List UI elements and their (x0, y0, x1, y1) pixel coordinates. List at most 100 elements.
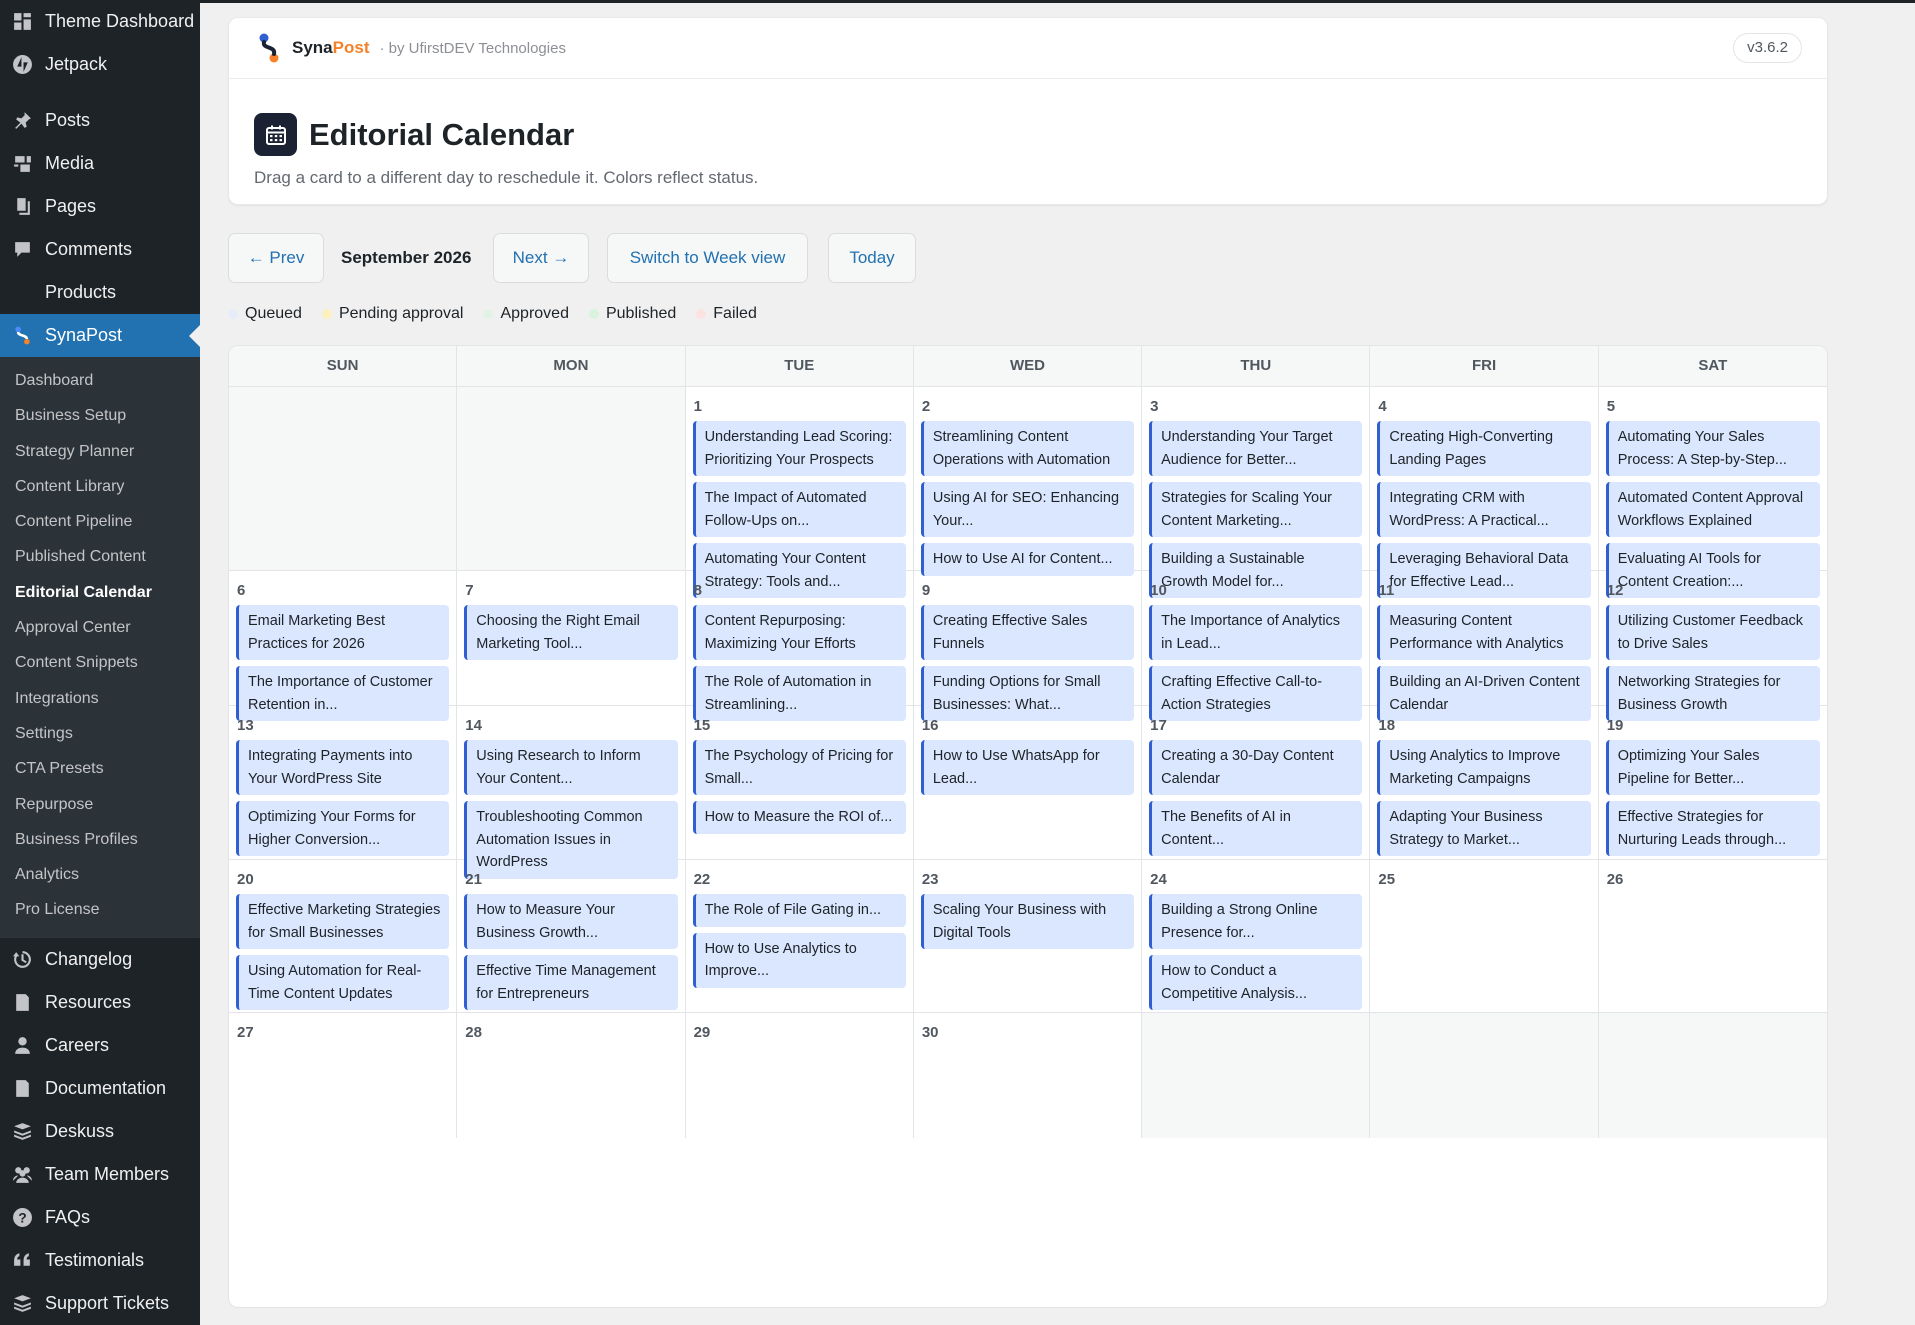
submenu-item-strategy-planner[interactable]: Strategy Planner (0, 434, 200, 469)
submenu-item-approval-center[interactable]: Approval Center (0, 610, 200, 645)
sidebar-item-resources[interactable]: Resources (0, 981, 200, 1024)
submenu-item-cta-presets[interactable]: CTA Presets (0, 751, 200, 786)
day-cell-22[interactable]: 22 The Role of File Gating in... How to Us… (686, 860, 914, 1012)
day-cell-20[interactable]: 20 Effective Marketing Strategies for Sma… (229, 860, 458, 1012)
switch-week-view-button[interactable]: Switch to Week view (607, 233, 808, 283)
post-card[interactable]: Content Repurposing: Maximizing Your Eff… (692, 605, 906, 660)
post-card[interactable]: Building a Strong Online Presence for... (1149, 894, 1363, 949)
post-card[interactable]: Automating Your Sales Process: A Step-by… (1605, 421, 1820, 476)
day-cell-28[interactable]: 28 (457, 1013, 686, 1138)
submenu-item-business-setup[interactable]: Business Setup (0, 398, 200, 433)
submenu-item-content-library[interactable]: Content Library (0, 469, 200, 504)
post-card[interactable]: Integrating Payments into Your WordPress… (236, 740, 450, 795)
post-card[interactable]: How to Measure the ROI of... (692, 801, 906, 834)
sidebar-item-comments[interactable]: Comments (0, 228, 200, 271)
day-cell-11[interactable]: 11 Measuring Content Performance with Ana… (1370, 571, 1599, 721)
day-cell-1[interactable]: 1 Understanding Lead Scoring: Prioritizin… (686, 387, 914, 598)
sidebar-item-team-members[interactable]: Team Members (0, 1153, 200, 1196)
post-card[interactable]: How to Measure Your Business Growth... (464, 894, 678, 949)
post-card[interactable]: Creating Effective Sales Funnels (920, 605, 1135, 660)
sidebar-item-deskuss[interactable]: Deskuss (0, 1110, 200, 1153)
day-cell-15[interactable]: 15 The Psychology of Pricing for Small...… (686, 706, 914, 859)
submenu-item-content-snippets[interactable]: Content Snippets (0, 645, 200, 680)
submenu-item-content-pipeline[interactable]: Content Pipeline (0, 504, 200, 539)
submenu-item-business-profiles[interactable]: Business Profiles (0, 822, 200, 857)
day-cell-2[interactable]: 2 Streamlining Content Operations with Au… (914, 387, 1143, 576)
day-cell-17[interactable]: 17 Creating a 30-Day Content Calendar The … (1142, 706, 1371, 859)
day-cell-29[interactable]: 29 (686, 1013, 914, 1138)
sidebar-item-media[interactable]: Media (0, 142, 200, 185)
day-cell-23[interactable]: 23 Scaling Your Business with Digital Too… (914, 860, 1143, 1012)
post-card[interactable]: The Role of File Gating in... (692, 894, 906, 927)
post-card[interactable]: The Impact of Automated Follow-Ups on... (692, 482, 906, 537)
today-button[interactable]: Today (828, 233, 916, 283)
day-cell-25[interactable]: 25 (1370, 860, 1599, 1012)
post-card[interactable]: Scaling Your Business with Digital Tools (920, 894, 1135, 949)
post-card[interactable]: Strategies for Scaling Your Content Mark… (1149, 482, 1363, 537)
day-cell-14[interactable]: 14 Using Research to Inform Your Content.… (457, 706, 686, 879)
post-card[interactable]: Streamlining Content Operations with Aut… (920, 421, 1135, 476)
sidebar-item-careers[interactable]: Careers (0, 1024, 200, 1067)
post-card[interactable]: How to Use WhatsApp for Lead... (920, 740, 1135, 795)
sidebar-item-jetpack[interactable]: Jetpack (0, 43, 200, 86)
day-cell-6[interactable]: 6 Email Marketing Best Practices for 2026… (229, 571, 458, 721)
sidebar-item-products[interactable]: Products (0, 271, 200, 314)
post-card[interactable]: The Psychology of Pricing for Small... (692, 740, 906, 795)
submenu-item-pro-license[interactable]: Pro License (0, 892, 200, 927)
day-cell-7[interactable]: 7 Choosing the Right Email Marketing Tool… (457, 571, 686, 705)
day-cell-13[interactable]: 13 Integrating Payments into Your WordPre… (229, 706, 458, 859)
day-cell-10[interactable]: 10 The Importance of Analytics in Lead...… (1142, 571, 1371, 721)
sidebar-item-support-tickets[interactable]: Support Tickets (0, 1282, 200, 1325)
sidebar-item-documentation[interactable]: Documentation (0, 1067, 200, 1110)
post-card[interactable]: Adapting Your Business Strategy to Marke… (1377, 801, 1591, 856)
post-card[interactable]: Automated Content Approval Workflows Exp… (1605, 482, 1820, 537)
submenu-item-settings[interactable]: Settings (0, 716, 200, 751)
sidebar-item-synapost[interactable]: SynaPost (0, 314, 200, 357)
post-card[interactable]: Email Marketing Best Practices for 2026 (236, 605, 450, 660)
post-card[interactable]: The Importance of Analytics in Lead... (1149, 605, 1363, 660)
sidebar-item-theme-dashboard[interactable]: Theme Dashboard (0, 0, 200, 43)
day-cell-8[interactable]: 8 Content Repurposing: Maximizing Your Ef… (686, 571, 914, 721)
day-cell-3[interactable]: 3 Understanding Your Target Audience for … (1142, 387, 1371, 598)
post-card[interactable]: Measuring Content Performance with Analy… (1377, 605, 1591, 660)
post-card[interactable]: Creating High-Converting Landing Pages (1377, 421, 1591, 476)
post-card[interactable]: Using Analytics to Improve Marketing Cam… (1377, 740, 1591, 795)
submenu-item-editorial-calendar[interactable]: Editorial Calendar (0, 575, 200, 610)
submenu-item-published-content[interactable]: Published Content (0, 539, 200, 574)
day-cell-27[interactable]: 27 (229, 1013, 458, 1138)
post-card[interactable]: Optimizing Your Forms for Higher Convers… (236, 801, 450, 856)
day-cell-12[interactable]: 12 Utilizing Customer Feedback to Drive S… (1599, 571, 1827, 721)
sidebar-item-pages[interactable]: Pages (0, 185, 200, 228)
submenu-item-dashboard[interactable]: Dashboard (0, 363, 200, 398)
sidebar-item-changelog[interactable]: Changelog (0, 938, 200, 981)
post-card[interactable]: Understanding Your Target Audience for B… (1149, 421, 1363, 476)
post-card[interactable]: How to Conduct a Competitive Analysis... (1149, 955, 1363, 1010)
post-card[interactable]: Choosing the Right Email Marketing Tool.… (464, 605, 678, 660)
next-month-button[interactable]: Next → (493, 233, 589, 283)
post-card[interactable]: Integrating CRM with WordPress: A Practi… (1377, 482, 1591, 537)
post-card[interactable]: Effective Marketing Strategies for Small… (236, 894, 450, 949)
post-card[interactable]: Creating a 30-Day Content Calendar (1149, 740, 1363, 795)
day-cell-9[interactable]: 9 Creating Effective Sales Funnels Funding… (914, 571, 1143, 721)
sidebar-item-testimonials[interactable]: Testimonials (0, 1239, 200, 1282)
submenu-item-analytics[interactable]: Analytics (0, 857, 200, 892)
post-card[interactable]: Understanding Lead Scoring: Prioritizing… (692, 421, 906, 476)
day-cell-24[interactable]: 24 Building a Strong Online Presence for.… (1142, 860, 1371, 1012)
day-cell-30[interactable]: 30 (914, 1013, 1143, 1138)
post-card[interactable]: The Benefits of AI in Content... (1149, 801, 1363, 856)
day-cell-21[interactable]: 21 How to Measure Your Business Growth...… (457, 860, 686, 1012)
prev-month-button[interactable]: ← Prev (228, 233, 324, 283)
post-card[interactable]: Utilizing Customer Feedback to Drive Sal… (1605, 605, 1820, 660)
day-cell-4[interactable]: 4 Creating High-Converting Landing Pages I… (1370, 387, 1599, 598)
submenu-item-repurpose[interactable]: Repurpose (0, 787, 200, 822)
day-cell-19[interactable]: 19 Optimizing Your Sales Pipeline for Bet… (1599, 706, 1827, 859)
post-card[interactable]: How to Use Analytics to Improve... (692, 932, 906, 988)
post-card[interactable]: Effective Time Management for Entreprene… (464, 955, 678, 1010)
day-cell-5[interactable]: 5 Automating Your Sales Process: A Step-b… (1599, 387, 1827, 598)
day-cell-16[interactable]: 16 How to Use WhatsApp for Lead... (914, 706, 1143, 859)
day-cell-26[interactable]: 26 (1599, 860, 1827, 1012)
post-card[interactable]: Using AI for SEO: Enhancing Your... (920, 482, 1135, 537)
submenu-item-integrations[interactable]: Integrations (0, 681, 200, 716)
post-card[interactable]: Effective Strategies for Nurturing Leads… (1605, 801, 1820, 856)
sidebar-item-posts[interactable]: Posts (0, 99, 200, 142)
